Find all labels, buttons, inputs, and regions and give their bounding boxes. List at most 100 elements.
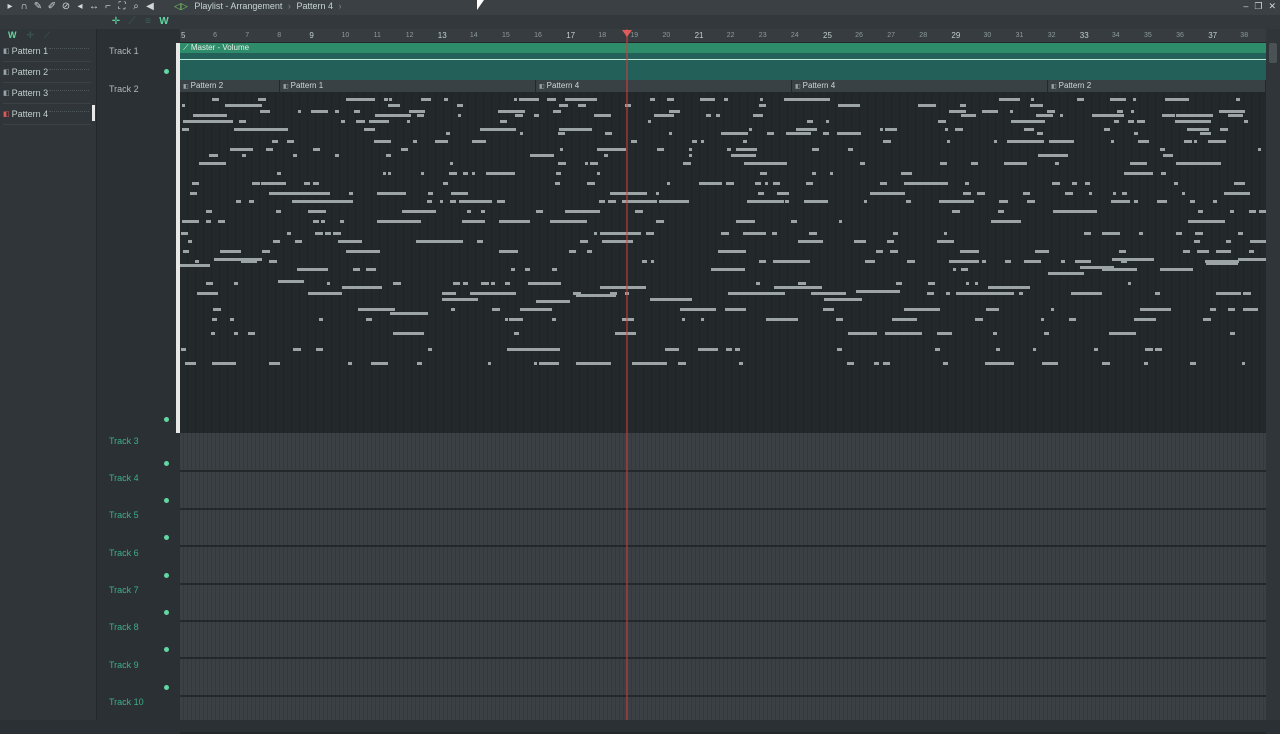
zoom-icon[interactable]: ⌕ xyxy=(130,1,142,13)
note-block xyxy=(413,140,417,143)
piano-icon[interactable]: ✛ xyxy=(110,16,122,28)
track-header[interactable]: Track 10 xyxy=(107,694,177,714)
breadcrumb-pattern[interactable]: Pattern 4 xyxy=(296,1,333,11)
note-block xyxy=(319,318,323,321)
note-block xyxy=(1204,132,1211,135)
breadcrumb-playlist[interactable]: Playlist - Arrangement xyxy=(194,1,282,11)
pattern-icon: ◧ xyxy=(3,111,10,118)
note-block xyxy=(277,172,281,175)
track-enable-icon[interactable] xyxy=(164,573,169,578)
select-icon[interactable]: ⛶ xyxy=(116,1,128,13)
snap-toolbar: ✛ ⟋ ≡ W xyxy=(0,15,1280,41)
note-block xyxy=(590,162,598,165)
note-block xyxy=(1024,128,1030,131)
note-block xyxy=(467,210,471,213)
paint-icon[interactable]: ✐ xyxy=(46,1,58,13)
track-enable-icon[interactable] xyxy=(164,535,169,540)
vertical-scrollbar[interactable] xyxy=(1266,29,1280,720)
note-block xyxy=(515,114,523,117)
note-block xyxy=(949,260,979,263)
pattern-notes[interactable] xyxy=(180,92,1271,433)
note-block xyxy=(1161,172,1166,175)
pattern-clip[interactable]: ◧ Pattern 2 xyxy=(1048,80,1266,92)
play-icon[interactable]: ▸ xyxy=(4,1,16,13)
note-block xyxy=(449,172,457,175)
add-pattern-icon[interactable]: ✛ xyxy=(27,30,35,41)
track-enable-icon[interactable] xyxy=(164,685,169,690)
note-block xyxy=(1194,140,1197,143)
pattern-clip[interactable]: ◧ Pattern 2 xyxy=(180,80,280,92)
track-enable-icon[interactable] xyxy=(164,461,169,466)
mute-icon[interactable]: ◂ xyxy=(74,1,86,13)
note-block xyxy=(759,260,766,263)
pattern-picker-icon[interactable]: W xyxy=(8,30,17,40)
pattern-item[interactable]: ◧ Pattern 3 xyxy=(3,83,91,104)
snap-icon[interactable]: ⟋ xyxy=(126,16,138,28)
track-enable-icon[interactable] xyxy=(164,417,169,422)
pattern-item[interactable]: ◧ Pattern 4 xyxy=(3,104,95,125)
vertical-scrollbar-thumb[interactable] xyxy=(1269,43,1277,63)
magnet-icon[interactable]: ∩ xyxy=(18,1,30,13)
note-block xyxy=(890,250,898,253)
track-header[interactable]: Track 3 xyxy=(107,433,177,466)
close-icon[interactable]: ✕ xyxy=(1268,1,1276,12)
minimize-icon[interactable]: – xyxy=(1243,1,1248,12)
note-block xyxy=(755,182,761,185)
note-block xyxy=(1119,332,1125,335)
pattern-clip[interactable]: ◧ Pattern 1 xyxy=(280,80,536,92)
track-header[interactable]: Track 7 xyxy=(107,582,177,615)
pattern-clip[interactable]: ◧ Pattern 4 xyxy=(792,80,1048,92)
automation-icon[interactable]: ⟋ xyxy=(44,30,50,41)
track-label: Track 3 xyxy=(109,436,139,446)
timeline-ruler[interactable]: 5 9 13 17 21 25 29 33 37 6 7 8 10 11 12 14 15 16 18 19 20 22 2… xyxy=(180,29,1280,43)
pattern-clip[interactable]: ◧ Pattern 4 xyxy=(536,80,792,92)
note-block xyxy=(1134,200,1138,203)
track-header[interactable]: Track 5 xyxy=(107,507,177,540)
note-block xyxy=(631,140,637,143)
playhead-marker-icon[interactable] xyxy=(622,30,632,37)
empty-track-lanes[interactable] xyxy=(180,433,1266,734)
note-block xyxy=(182,128,189,131)
track-enable-icon[interactable] xyxy=(164,647,169,652)
grid-icon[interactable]: ≡ xyxy=(142,16,154,28)
ruler-tick-label: 29 xyxy=(951,31,961,40)
note-block xyxy=(1190,200,1195,203)
note-block xyxy=(1077,98,1084,101)
note-block xyxy=(977,192,985,195)
note-block xyxy=(356,120,361,123)
track-enable-icon[interactable] xyxy=(164,498,169,503)
note-block xyxy=(1160,148,1165,151)
track-header[interactable]: Track 8 xyxy=(107,619,177,652)
note-block xyxy=(698,348,718,351)
track-separator xyxy=(180,657,1266,660)
note-block xyxy=(876,250,883,253)
note-block xyxy=(276,210,281,213)
slip-icon[interactable]: ↔ xyxy=(88,1,100,13)
track-header[interactable]: Track 4 xyxy=(107,470,177,503)
playhead[interactable] xyxy=(626,29,628,720)
note-block xyxy=(1111,200,1130,203)
track-header[interactable]: Track 2 xyxy=(107,81,177,422)
track-header[interactable]: Track 9 xyxy=(107,657,177,690)
note-block xyxy=(1228,114,1243,117)
track-header[interactable]: Track 1 xyxy=(107,43,177,74)
note-block xyxy=(1216,292,1241,295)
pattern-mode-icon[interactable]: W xyxy=(158,16,170,28)
note-block xyxy=(1181,114,1187,117)
note-block xyxy=(1075,260,1091,263)
restore-icon[interactable]: ❐ xyxy=(1254,1,1262,12)
track-separator xyxy=(180,694,1266,697)
track-enable-icon[interactable] xyxy=(164,610,169,615)
track-header[interactable]: Track 6 xyxy=(107,545,177,578)
note-block xyxy=(1242,362,1245,365)
track-enable-icon[interactable] xyxy=(164,69,169,74)
automation-clip[interactable]: ⟋ Master - Volume xyxy=(180,43,1266,81)
pattern-item[interactable]: ◧ Pattern 1 xyxy=(3,41,91,62)
speaker-icon[interactable]: ◀ xyxy=(144,1,156,13)
note-block xyxy=(1179,120,1211,123)
pattern-item[interactable]: ◧ Pattern 2 xyxy=(3,62,91,83)
pencil-icon[interactable]: ✎ xyxy=(32,1,44,13)
slice-icon[interactable]: ⌐ xyxy=(102,1,114,13)
note-block xyxy=(773,182,780,185)
delete-icon[interactable]: ⊘ xyxy=(60,1,72,13)
